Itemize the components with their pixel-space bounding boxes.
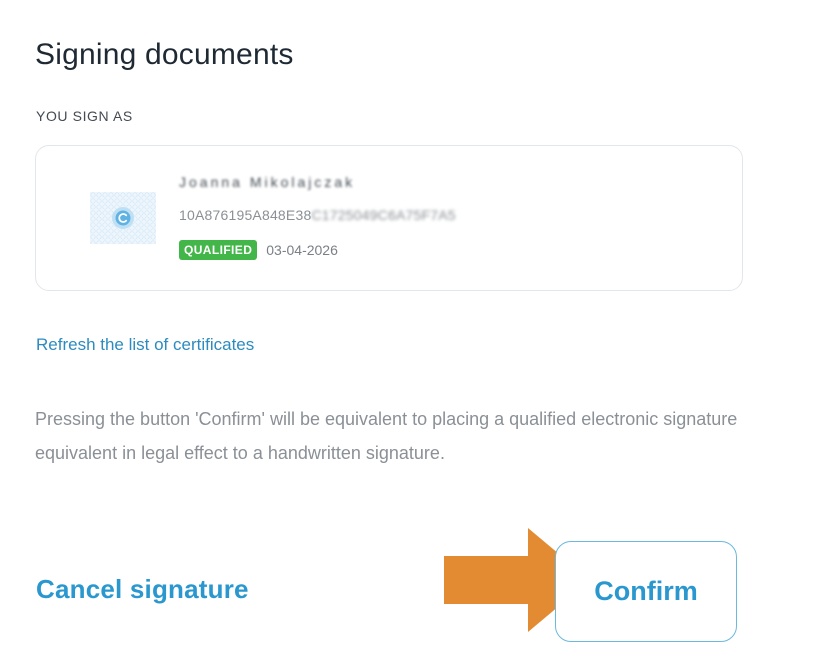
cancel-signature-link[interactable]: Cancel signature	[36, 574, 249, 605]
refresh-certificates-link[interactable]: Refresh the list of certificates	[36, 335, 254, 355]
signing-dialog: Signing documents YOU SIGN AS Joanna Mik…	[0, 0, 822, 670]
certificate-meta: QUALIFIED 03-04-2026	[179, 240, 338, 260]
qualified-badge: QUALIFIED	[179, 240, 258, 260]
certificate-serial: 10A876195A848E38C1725049C6A75F7A5	[179, 207, 456, 223]
certificate-holder-name: Joanna Mikolajczak	[179, 174, 356, 190]
certificate-card[interactable]: Joanna Mikolajczak 10A876195A848E38C1725…	[35, 145, 743, 291]
signature-legal-notice: Pressing the button 'Confirm' will be eq…	[35, 409, 738, 463]
signer-section-label: YOU SIGN AS	[36, 108, 133, 124]
certificate-serial-visible: 10A876195A848E38	[179, 207, 312, 223]
confirm-button[interactable]: Confirm	[555, 541, 737, 642]
certificate-expiry-date: 03-04-2026	[266, 242, 338, 258]
certificate-seal-icon	[90, 192, 156, 244]
page-title: Signing documents	[35, 38, 294, 72]
certificate-serial-obscured: C1725049C6A75F7A5	[311, 207, 456, 223]
